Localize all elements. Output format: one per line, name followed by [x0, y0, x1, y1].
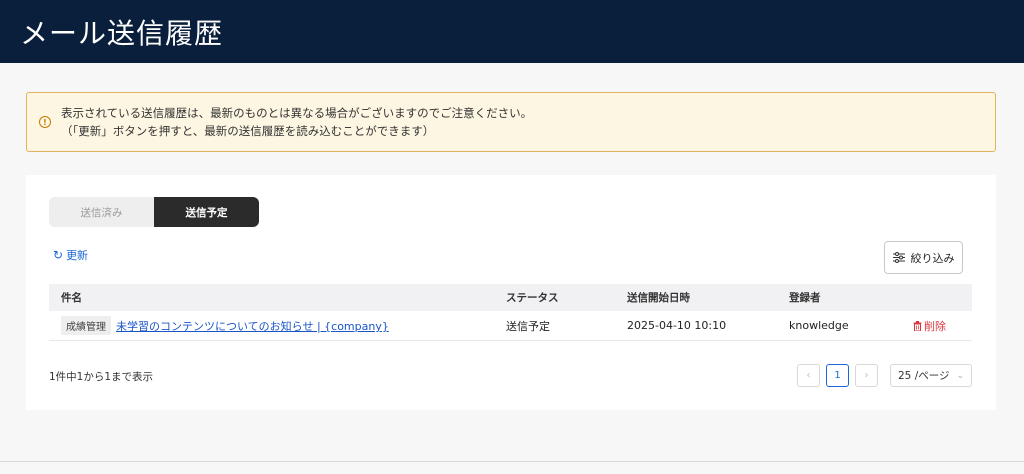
tab-switcher: 送信済み 送信予定	[49, 197, 259, 227]
trash-icon	[913, 320, 922, 331]
filter-label: 絞り込み	[910, 251, 955, 265]
footer-divider	[0, 461, 1024, 462]
refresh-label: 更新	[66, 249, 89, 262]
next-page-button[interactable]: ›	[855, 364, 878, 387]
delete-button[interactable]: 削除	[913, 318, 946, 334]
filter-button[interactable]: 絞り込み	[884, 241, 963, 274]
alert-line-1: 表示されている送信履歴は、最新のものとは異なる場合がございますのでご注意ください…	[61, 106, 533, 120]
header-start: 送信開始日時	[627, 292, 690, 304]
refresh-button[interactable]: ↻ 更新	[53, 247, 88, 263]
page-title: メール送信履歴	[20, 16, 224, 50]
page-size-value: 25 /ページ	[898, 370, 950, 382]
delete-label: 削除	[924, 319, 946, 333]
result-count: 1件中1から1まで表示	[49, 371, 154, 383]
subject-link[interactable]: 未学習のコンテンツについてのお知らせ | {company}	[116, 320, 389, 333]
alert-text: 表示されている送信履歴は、最新のものとは異なる場合がございますのでご注意ください…	[61, 104, 532, 140]
page-number-1[interactable]: 1	[826, 364, 849, 387]
page-size-select[interactable]: 25 /ページ ⌄	[890, 364, 972, 387]
header-registrant: 登録者	[789, 292, 821, 304]
header-subject: 件名	[61, 292, 82, 304]
header-status: ステータス	[506, 292, 559, 304]
chevron-left-icon: ‹	[806, 370, 811, 381]
start-cell: 2025-04-10 10:10	[627, 319, 727, 332]
table-header: 件名 ステータス 送信開始日時 登録者	[49, 284, 972, 311]
history-table: 件名 ステータス 送信開始日時 登録者 成績管理 未学習のコンテンツについてのお知…	[49, 284, 972, 341]
notice-alert: ! 表示されている送信履歴は、最新のものとは異なる場合がございますのでご注意くだ…	[26, 92, 996, 152]
refresh-icon: ↻	[53, 248, 64, 262]
subject-cell: 成績管理 未学習のコンテンツについてのお知らせ | {company}	[61, 316, 389, 335]
filter-icon	[892, 252, 905, 263]
prev-page-button[interactable]: ‹	[797, 364, 820, 387]
category-tag: 成績管理	[61, 316, 111, 335]
alert-line-2: （「更新」ボタンを押すと、最新の送信履歴を読み込むことができます）	[61, 124, 435, 138]
tab-sent[interactable]: 送信済み	[49, 197, 154, 227]
registrant-cell: knowledge	[789, 319, 849, 332]
chevron-down-icon: ⌄	[956, 370, 964, 381]
warning-icon: !	[39, 116, 51, 128]
chevron-right-icon: ›	[864, 370, 869, 381]
page-header: メール送信履歴	[0, 0, 1024, 63]
status-cell: 送信予定	[506, 319, 550, 333]
history-card: 送信済み 送信予定 ↻ 更新 絞り込み 件名 ステータス 送信開始日時 登録者 …	[26, 175, 996, 410]
tab-scheduled[interactable]: 送信予定	[154, 197, 259, 227]
table-row: 成績管理 未学習のコンテンツについてのお知らせ | {company} 送信予定 …	[49, 311, 972, 341]
